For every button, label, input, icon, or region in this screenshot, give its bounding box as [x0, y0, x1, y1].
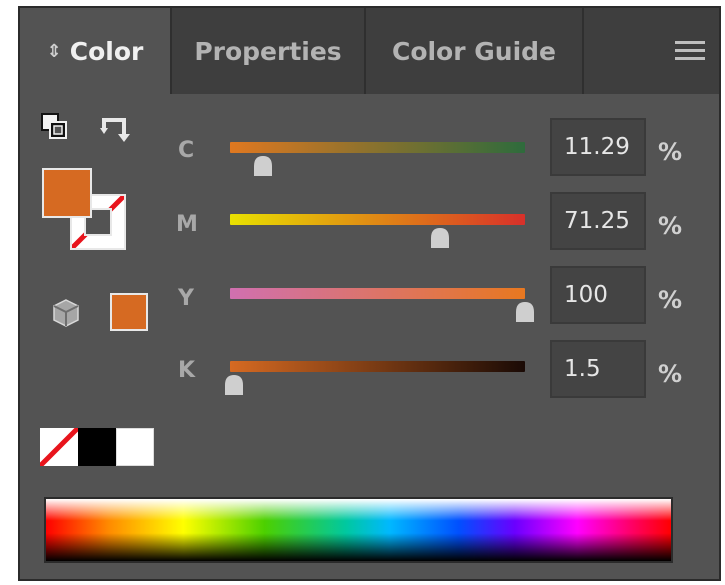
- fill-swatch[interactable]: [42, 168, 92, 218]
- cyan-value-field[interactable]: 11.29: [550, 118, 646, 176]
- tab-color-guide[interactable]: Color Guide: [366, 8, 584, 94]
- magenta-value-field[interactable]: 71.25: [550, 192, 646, 250]
- panel-menu-icon[interactable]: [675, 41, 705, 61]
- quick-swatches: [40, 428, 154, 466]
- tab-color[interactable]: ⇕ Color: [20, 8, 172, 94]
- tab-label: Color: [69, 36, 144, 66]
- channel-label: M: [176, 212, 198, 237]
- spectrum-shade: [46, 499, 671, 561]
- percent-label: %: [658, 286, 683, 314]
- none-swatch[interactable]: [40, 428, 78, 466]
- white-swatch[interactable]: [116, 428, 154, 466]
- black-value-field[interactable]: 1.5: [550, 340, 646, 398]
- swap-fill-stroke-icon[interactable]: [98, 114, 132, 148]
- black-swatch[interactable]: [78, 428, 116, 466]
- cyan-slider-track[interactable]: [230, 142, 525, 153]
- black-slider-track[interactable]: [230, 361, 525, 372]
- none-slash-icon: [40, 428, 78, 466]
- magenta-slider-track[interactable]: [230, 214, 525, 225]
- color-panel: ⇕ Color Properties Color Guide C 11.29 %…: [18, 6, 721, 581]
- tab-label: Properties: [194, 36, 342, 66]
- default-fill-stroke-icon[interactable]: [40, 112, 70, 142]
- yellow-slider-track[interactable]: [230, 288, 525, 299]
- channel-label: Y: [178, 286, 194, 311]
- tab-label: Color Guide: [391, 36, 557, 66]
- percent-label: %: [658, 138, 683, 166]
- channel-label: K: [178, 358, 196, 383]
- percent-label: %: [658, 360, 683, 388]
- channel-label: C: [178, 138, 195, 163]
- yellow-value-field[interactable]: 100: [550, 266, 646, 324]
- color-spectrum[interactable]: [44, 497, 673, 563]
- tab-updown-icon[interactable]: ⇕: [47, 41, 62, 62]
- panel-tab-bar: ⇕ Color Properties Color Guide: [20, 8, 719, 94]
- tab-properties[interactable]: Properties: [172, 8, 366, 94]
- percent-label: %: [658, 212, 683, 240]
- out-of-gamut-cube-icon[interactable]: [52, 298, 80, 328]
- out-of-gamut-swatch[interactable]: [110, 293, 148, 331]
